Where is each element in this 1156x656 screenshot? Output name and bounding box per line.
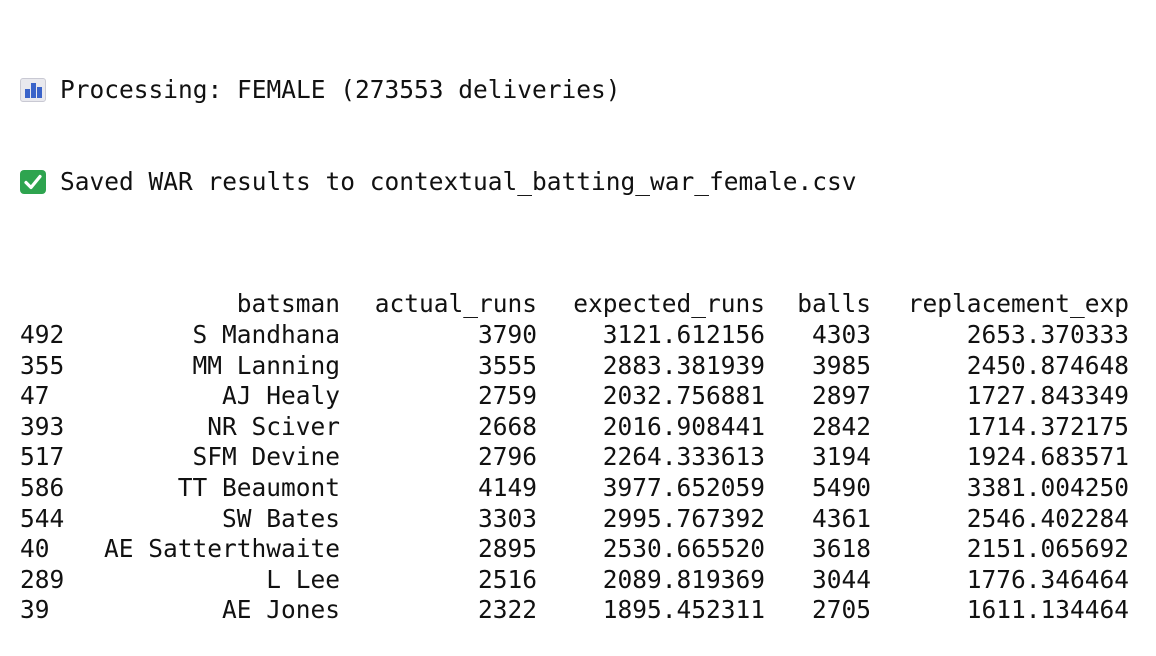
table-row: 586 TT Beaumont 4149 3977.652059 5490 33… [20, 473, 1129, 504]
saved-text: Saved WAR results to contextual_batting_… [60, 166, 857, 196]
terminal-output: Processing: FEMALE (273553 deliveries) S… [20, 14, 1140, 656]
replacement-exp-cell: 3381.004250 [966, 472, 1129, 502]
header-row: batsman actual_runs expected_runs balls … [20, 289, 1129, 320]
expected-runs-cell: 2883.381939 [602, 350, 765, 380]
row-index: 47 [20, 381, 50, 411]
row-index: 355 [20, 350, 65, 380]
expected-runs-cell: 2995.767392 [602, 503, 765, 533]
actual-runs-cell: 3790 [477, 319, 537, 349]
row-index: 517 [20, 442, 65, 472]
balls-cell: 4303 [811, 319, 871, 349]
replacement-exp-cell: 2653.370333 [966, 319, 1129, 349]
table-row: 517 SFM Devine 2796 2264.333613 3194 192… [20, 442, 1129, 473]
processing-text: Processing: FEMALE (273553 deliveries) [60, 75, 621, 105]
table-row: 40 AE Satterthwaite 2895 2530.665520 361… [20, 534, 1129, 565]
index-header [20, 289, 94, 320]
row-index: 492 [20, 319, 65, 349]
expected-runs-cell: 2016.908441 [602, 411, 765, 441]
actual-runs-cell: 2759 [477, 381, 537, 411]
balls-cell: 2897 [811, 381, 871, 411]
expected-runs-cell: 3121.612156 [602, 319, 765, 349]
table-row: 393 NR Sciver 2668 2016.908441 2842 1714… [20, 412, 1129, 443]
check-mark-icon [20, 170, 46, 195]
table-row: 39 AE Jones 2322 1895.452311 2705 1611.1… [20, 595, 1129, 626]
expected-runs-cell: 2530.665520 [602, 534, 765, 564]
row-index: 39 [20, 595, 50, 625]
batsman-cell: SW Bates [221, 503, 340, 533]
row-index: 289 [20, 564, 65, 594]
column-header-balls: balls [797, 289, 871, 319]
results-dataframe: batsman actual_runs expected_runs balls … [20, 289, 1129, 626]
actual-runs-cell: 2668 [477, 411, 537, 441]
actual-runs-cell: 3303 [477, 503, 537, 533]
actual-runs-cell: 2322 [477, 595, 537, 625]
table-row: 289 L Lee 2516 2089.819369 3044 1776.346… [20, 565, 1129, 596]
actual-runs-cell: 2516 [477, 564, 537, 594]
row-index: 40 [20, 534, 50, 564]
expected-runs-cell: 1895.452311 [602, 595, 765, 625]
balls-cell: 5490 [811, 472, 871, 502]
balls-cell: 4361 [811, 503, 871, 533]
row-index: 393 [20, 411, 65, 441]
actual-runs-cell: 2895 [477, 534, 537, 564]
actual-runs-cell: 2796 [477, 442, 537, 472]
replacement-exp-cell: 1924.683571 [966, 442, 1129, 472]
replacement-exp-cell: 1714.372175 [966, 411, 1129, 441]
batsman-cell: S Mandhana [192, 319, 340, 349]
column-header-expected-runs: expected_runs [573, 289, 765, 319]
table-row: 492 S Mandhana 3790 3121.612156 4303 265… [20, 320, 1129, 351]
balls-cell: 3194 [811, 442, 871, 472]
actual-runs-cell: 3555 [477, 350, 537, 380]
balls-cell: 2705 [811, 595, 871, 625]
row-index: 586 [20, 472, 65, 502]
batsman-cell: TT Beaumont [177, 472, 340, 502]
balls-cell: 3985 [811, 350, 871, 380]
column-header-actual-runs: actual_runs [374, 289, 537, 319]
table-row: 544 SW Bates 3303 2995.767392 4361 2546.… [20, 504, 1129, 535]
replacement-exp-cell: 2450.874648 [966, 350, 1129, 380]
expected-runs-cell: 2032.756881 [602, 381, 765, 411]
replacement-exp-cell: 1611.134464 [966, 595, 1129, 625]
batsman-cell: SFM Devine [192, 442, 340, 472]
actual-runs-cell: 4149 [477, 472, 537, 502]
balls-cell: 3044 [811, 564, 871, 594]
batsman-cell: MM Lanning [192, 350, 340, 380]
column-header-replacement-exp: replacement_exp [907, 289, 1129, 319]
balls-cell: 2842 [811, 411, 871, 441]
batsman-cell: AJ Healy [221, 381, 340, 411]
expected-runs-cell: 2264.333613 [602, 442, 765, 472]
replacement-exp-cell: 2151.065692 [966, 534, 1129, 564]
batsman-cell: NR Sciver [207, 411, 340, 441]
bar-chart-icon [20, 78, 46, 103]
batsman-cell: AE Jones [221, 595, 340, 625]
table-row: 47 AJ Healy 2759 2032.756881 2897 1727.8… [20, 381, 1129, 412]
replacement-exp-cell: 1727.843349 [966, 381, 1129, 411]
column-header-batsman: batsman [236, 289, 340, 319]
batsman-cell: L Lee [266, 564, 340, 594]
saved-message: Saved WAR results to contextual_batting_… [20, 167, 1140, 198]
balls-cell: 3618 [811, 534, 871, 564]
expected-runs-cell: 2089.819369 [602, 564, 765, 594]
batsman-cell: AE Satterthwaite [103, 534, 340, 564]
table-row: 355 MM Lanning 3555 2883.381939 3985 245… [20, 351, 1129, 382]
replacement-exp-cell: 1776.346464 [966, 564, 1129, 594]
replacement-exp-cell: 2546.402284 [966, 503, 1129, 533]
expected-runs-cell: 3977.652059 [602, 472, 765, 502]
row-index: 544 [20, 503, 65, 533]
processing-message: Processing: FEMALE (273553 deliveries) [20, 75, 1140, 106]
